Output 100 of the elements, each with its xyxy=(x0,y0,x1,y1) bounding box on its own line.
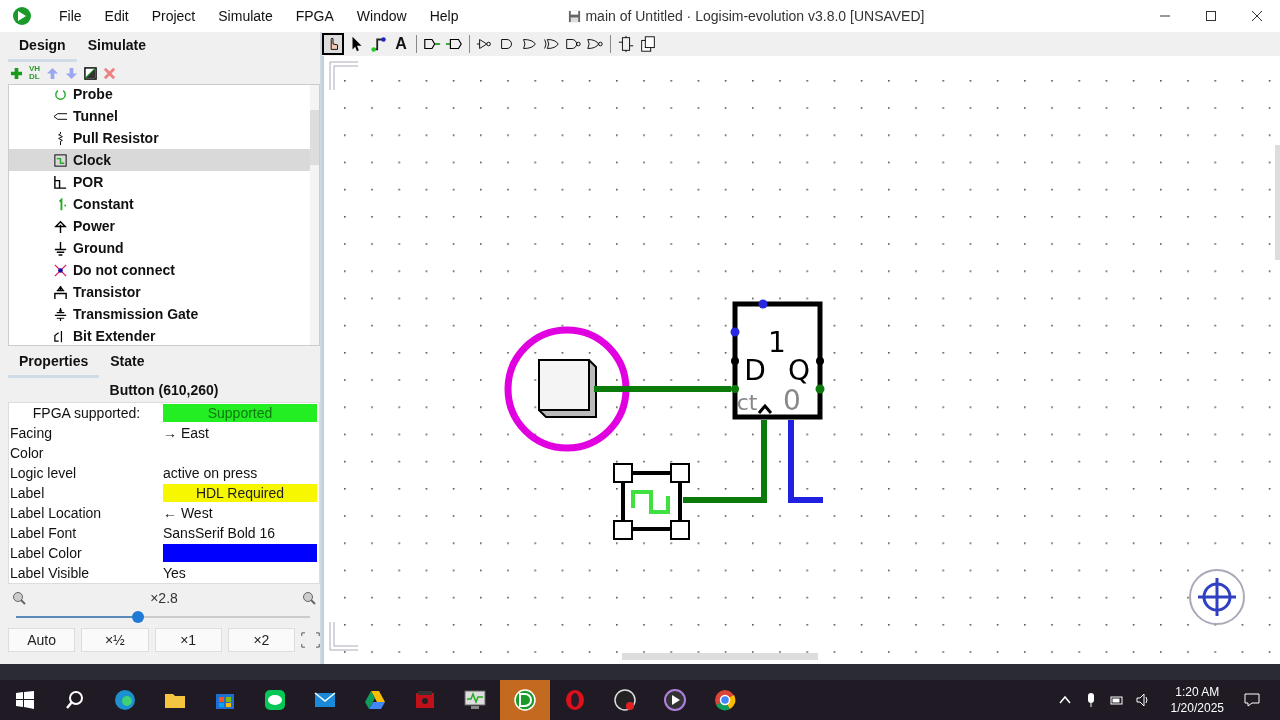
property-name: Label Location xyxy=(9,505,103,521)
zoom-reading: ×2.8 xyxy=(150,590,178,606)
property-value[interactable]: HDL Required xyxy=(163,484,317,502)
component-item[interactable]: Probe xyxy=(9,85,310,105)
component-item[interactable]: Clock xyxy=(9,149,310,171)
save-icon xyxy=(568,9,582,23)
pin-dot xyxy=(758,299,768,309)
wire-tool-icon[interactable] xyxy=(370,35,388,53)
property-value[interactable]: Yes xyxy=(163,564,317,582)
zoom-button[interactable]: ×½ xyxy=(81,628,149,652)
add-icon[interactable] xyxy=(10,66,23,80)
property-name: Color xyxy=(9,445,45,461)
windows-start-icon[interactable] xyxy=(15,690,35,710)
menu-item[interactable]: Simulate xyxy=(205,8,283,24)
gate-icon xyxy=(53,306,68,322)
app-logo-icon xyxy=(12,6,32,26)
menu-item[interactable]: File xyxy=(46,8,92,24)
zoom-button[interactable]: ×1 xyxy=(154,628,222,652)
zoom-in-icon[interactable] xyxy=(302,591,316,605)
canvas-corner-mark xyxy=(329,621,359,651)
scrollbar[interactable] xyxy=(622,653,818,660)
property-name: Label xyxy=(9,485,46,501)
pin-dot xyxy=(815,384,825,394)
tab[interactable]: Simulate xyxy=(76,37,158,62)
scrollbar[interactable] xyxy=(1275,145,1280,260)
menu-item[interactable]: Help xyxy=(416,8,469,24)
drive-icon xyxy=(363,688,387,712)
component-item[interactable]: POR xyxy=(9,171,310,193)
component-item[interactable]: Power xyxy=(9,215,310,237)
player-icon xyxy=(663,688,687,712)
pin-dot xyxy=(730,327,740,337)
close-icon[interactable] xyxy=(1251,10,1263,22)
transistor-icon xyxy=(53,284,68,300)
zoom-out-icon[interactable] xyxy=(12,591,26,605)
ground-icon xyxy=(53,240,68,256)
counter-component[interactable] xyxy=(732,301,823,420)
component-item[interactable]: Transistor xyxy=(9,281,310,303)
canvas-corner-mark xyxy=(329,61,359,91)
button-component[interactable] xyxy=(538,359,597,418)
menu-item[interactable]: Window xyxy=(343,8,417,24)
obs-icon xyxy=(613,688,637,712)
pin-dot xyxy=(731,357,739,365)
clock[interactable]: 1:20 AM 1/20/2025 xyxy=(1170,684,1224,716)
poke-tool-icon[interactable] xyxy=(322,33,344,55)
pin-label: D xyxy=(744,354,766,387)
menu-item[interactable]: Project xyxy=(138,8,206,24)
volume-icon[interactable] xyxy=(1134,692,1151,708)
property-value[interactable]: SansSerif Bold 16 xyxy=(163,524,317,542)
component-item[interactable]: Transmission Gate xyxy=(9,303,310,325)
clock-component[interactable] xyxy=(613,463,690,540)
window-title: main of Untitled · Logisim-evolution v3.8.0 [UNSAVED] xyxy=(585,8,925,24)
property-value[interactable]: active on press xyxy=(163,464,317,482)
monitor-icon xyxy=(463,688,487,712)
por-icon xyxy=(53,174,68,190)
property-value[interactable]: → East xyxy=(163,424,317,442)
tab[interactable]: State xyxy=(99,353,156,378)
component-item[interactable]: Constant xyxy=(9,193,310,215)
color-swatch[interactable] xyxy=(163,544,317,562)
wire[interactable] xyxy=(683,420,767,503)
clock-input-mark xyxy=(757,403,773,414)
edit-icon[interactable] xyxy=(84,66,98,80)
text-tool[interactable]: A xyxy=(392,35,410,53)
zoom-slider[interactable] xyxy=(16,610,310,624)
property-value[interactable]: ← West xyxy=(163,504,317,522)
locate-icon[interactable] xyxy=(1189,569,1245,625)
counter-value: 1 xyxy=(768,326,786,359)
opera-icon xyxy=(563,688,587,712)
pin-label: Q xyxy=(788,354,810,387)
component-item[interactable]: Ground xyxy=(9,237,310,259)
pin-label: ct xyxy=(736,390,758,415)
property-name: FPGA supported: xyxy=(31,405,142,421)
menu-item[interactable]: FPGA xyxy=(282,8,344,24)
property-value[interactable]: Supported xyxy=(163,404,317,422)
component-item[interactable]: Tunnel xyxy=(9,105,310,127)
edge-icon xyxy=(113,688,137,712)
logisim-icon xyxy=(513,688,537,712)
property-name: Label Font xyxy=(9,525,78,541)
tab[interactable]: Design xyxy=(8,37,77,62)
maximize-icon[interactable] xyxy=(1205,10,1217,22)
stack-tool-icon[interactable] xyxy=(639,35,657,53)
component-item[interactable]: Bit Extender xyxy=(9,325,310,345)
component-item[interactable]: Do not connect xyxy=(9,259,310,281)
component-item[interactable]: Pull Resistor xyxy=(9,127,310,149)
scrollbar[interactable] xyxy=(310,85,319,345)
property-name: Label Visible xyxy=(9,565,91,581)
fit-icon[interactable] xyxy=(301,631,320,649)
pin-dot xyxy=(816,357,824,365)
notification-icon[interactable] xyxy=(1244,692,1260,708)
property-name: Logic level xyxy=(9,465,78,481)
pin-dot xyxy=(731,385,739,393)
clock-icon xyxy=(53,152,68,168)
wire[interactable] xyxy=(788,420,823,503)
search-icon[interactable] xyxy=(65,690,85,710)
pinout-tool-icon[interactable] xyxy=(617,35,635,53)
chrome-icon xyxy=(713,688,737,712)
count-value: 0 xyxy=(783,384,801,417)
menu-item[interactable]: Edit xyxy=(91,8,139,24)
power-icon xyxy=(53,218,68,234)
zoom-button[interactable]: Auto xyxy=(8,628,76,652)
zoom-button[interactable]: ×2 xyxy=(227,628,295,652)
